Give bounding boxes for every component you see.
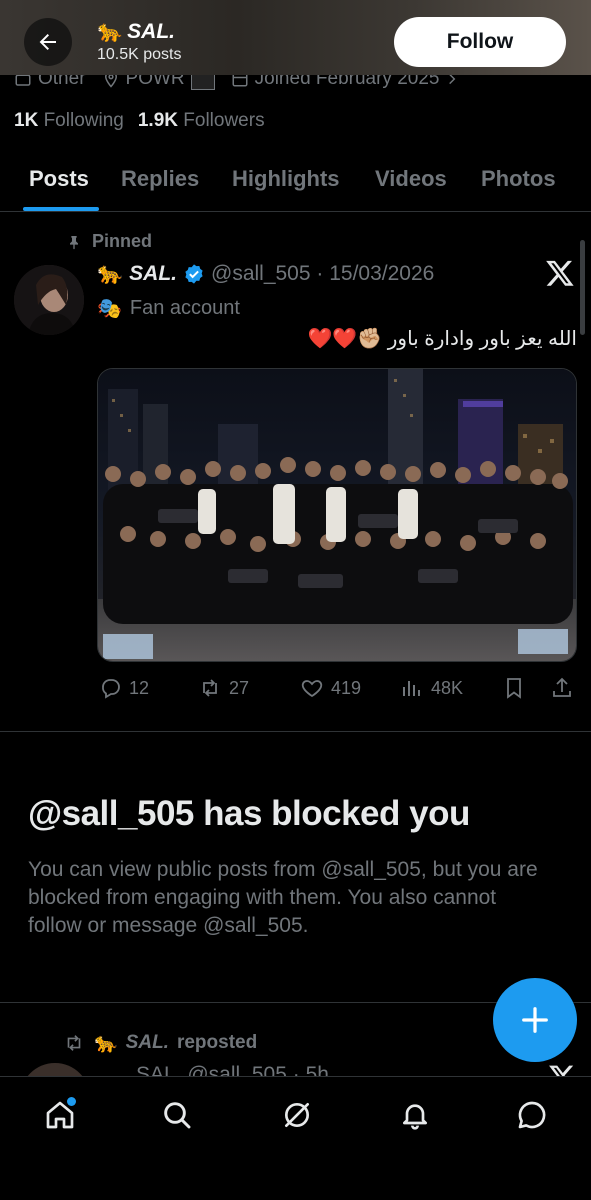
profile-tabs: Posts Replies Highlights Videos Photos (0, 152, 591, 212)
compose-button[interactable] (493, 978, 577, 1062)
reply-icon (102, 679, 120, 699)
views-button[interactable]: 48K (399, 676, 463, 700)
mask-emoji: 🎭 (97, 298, 122, 320)
nav-notifications[interactable] (395, 1095, 435, 1135)
bell-icon (403, 1104, 427, 1130)
repost-indicator: 🐆 SAL. reposted (62, 1031, 257, 1055)
notification-dot (67, 1097, 76, 1106)
blocked-description: You can view public posts from @sall_505… (28, 858, 538, 937)
next-post-avatar[interactable] (20, 1063, 90, 1077)
post-actions: 12 27 419 48K (97, 676, 577, 704)
nav-messages[interactable] (512, 1095, 552, 1135)
pinned-label-row: Pinned (66, 231, 152, 252)
post-avatar[interactable] (14, 265, 84, 335)
repost-icon (203, 679, 217, 697)
next-post-head-text: SAL. @sall_505 · 5h (136, 1063, 329, 1077)
followers-link[interactable]: 1.9K Followers (138, 110, 265, 131)
profile-header: 🐆 SAL. 10.5K posts Follow (0, 0, 591, 75)
following-label: Following (43, 110, 124, 131)
follow-button[interactable]: Follow (394, 17, 566, 67)
back-button[interactable] (24, 18, 72, 66)
tab-photos[interactable]: Photos (481, 166, 556, 192)
scrollbar[interactable] (580, 240, 585, 335)
fan-account-label: 🎭 Fan account (97, 296, 240, 321)
bottom-navigation (0, 1076, 591, 1200)
verified-badge-icon (185, 264, 203, 284)
tab-videos[interactable]: Videos (375, 166, 447, 192)
repost-button[interactable]: 27 (197, 676, 249, 700)
following-link[interactable]: 1K Following (14, 110, 124, 131)
leopard-emoji: 🐆 (97, 20, 124, 43)
heart-icon (301, 680, 323, 698)
repost-emoji: 🐆 (94, 1033, 118, 1054)
share-button[interactable] (550, 676, 574, 700)
reply-count: 12 (129, 677, 150, 698)
views-chart-icon (403, 681, 420, 696)
post-handle-date: @sall_505 · 15/03/2026 (211, 262, 435, 285)
next-post-header-partial: SAL. @sall_505 · 5h (20, 1063, 580, 1077)
post-image[interactable] (97, 368, 577, 662)
x-logo-icon (548, 1063, 576, 1077)
followers-label: Followers (183, 110, 265, 131)
share-icon (553, 677, 571, 697)
header-display-name: 🐆 SAL. (97, 20, 175, 44)
post-header: 🐆 SAL. @sall_505 · 15/03/2026 (97, 262, 434, 286)
tab-posts[interactable]: Posts (29, 166, 89, 192)
arrow-left-icon (39, 34, 56, 50)
views-count: 48K (431, 677, 464, 698)
tab-replies[interactable]: Replies (121, 166, 199, 192)
like-button[interactable]: 419 (299, 676, 361, 700)
pinned-text: Pinned (92, 231, 153, 251)
repost-count: 27 (229, 677, 250, 698)
plus-icon (522, 1007, 548, 1033)
nav-grok[interactable] (277, 1095, 317, 1135)
followers-count: 1.9K (137, 110, 178, 131)
group-photo (98, 369, 576, 661)
following-count: 1K (14, 110, 39, 131)
reply-button[interactable]: 12 (99, 676, 149, 700)
nav-home[interactable] (40, 1095, 80, 1135)
tab-highlights[interactable]: Highlights (232, 166, 340, 192)
repost-icon (67, 1035, 81, 1051)
search-icon (164, 1102, 191, 1129)
fan-account-text: Fan account (129, 297, 240, 319)
bookmark-button[interactable] (502, 676, 526, 700)
follow-stats: 1K Following 1.9K Followers (14, 110, 265, 132)
x-logo-icon (545, 258, 577, 290)
like-count: 419 (331, 677, 362, 698)
post-author-name[interactable]: SAL. (129, 262, 177, 286)
header-posts-count: 10.5K posts (97, 46, 182, 63)
post-text: الله يعز باور وادارة باور ✊🏼❤️❤️ (307, 328, 577, 350)
messages-icon (518, 1101, 546, 1129)
avatar-photo (14, 265, 84, 335)
bookmark-icon (507, 678, 521, 699)
pin-icon (70, 235, 78, 249)
header-name-text: SAL. (127, 20, 175, 43)
post-author-emoji: 🐆 (97, 262, 124, 285)
active-tab-indicator (23, 207, 99, 211)
repost-label: reposted (176, 1032, 258, 1053)
repost-author[interactable]: SAL. (126, 1032, 169, 1054)
blocked-title: @sall_505 has blocked you (28, 794, 470, 833)
nav-search[interactable] (157, 1095, 197, 1135)
grok-icon (285, 1103, 309, 1127)
divider (0, 731, 591, 732)
